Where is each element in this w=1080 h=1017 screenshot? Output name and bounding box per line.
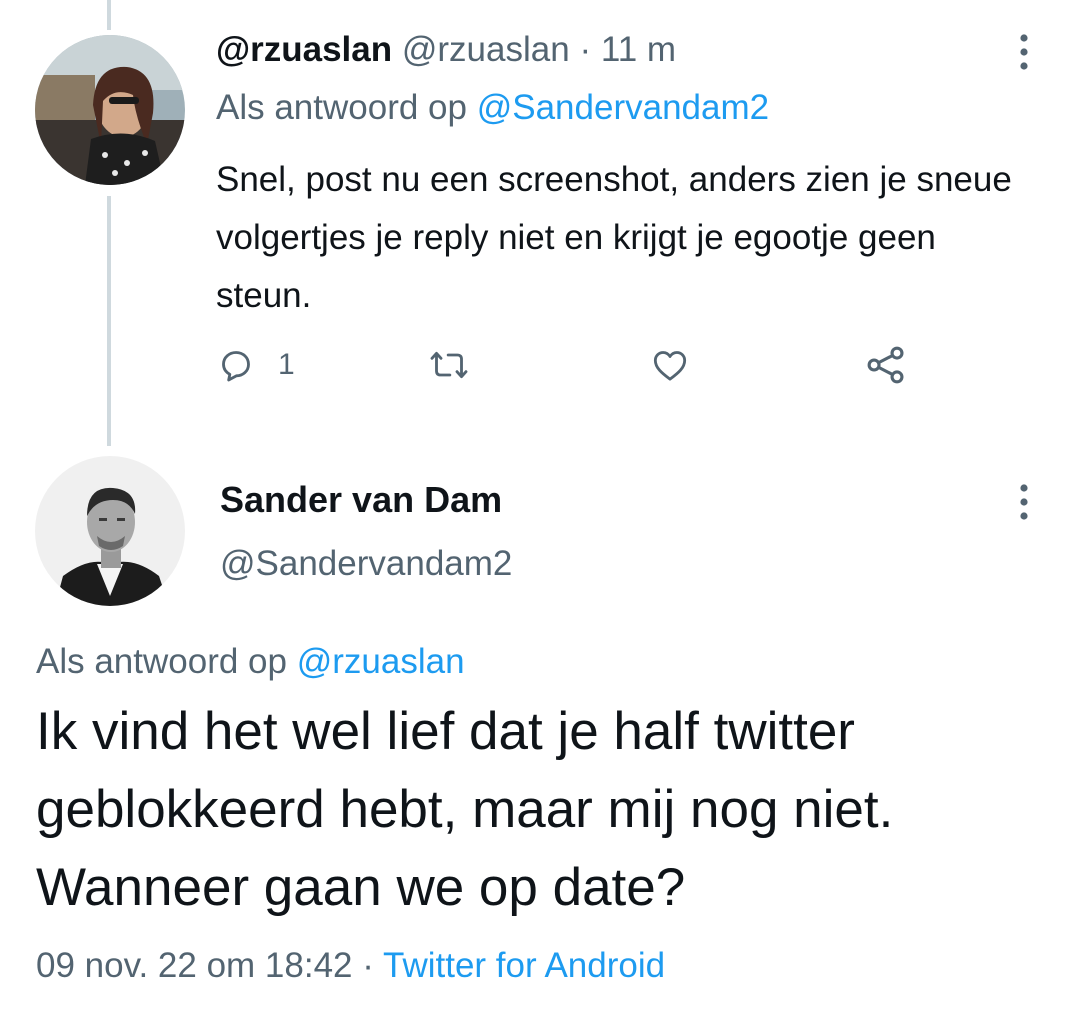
tweet-time[interactable]: 11 m — [601, 30, 676, 69]
more-options-icon[interactable] — [1018, 482, 1030, 522]
display-name[interactable]: @rzuaslan — [216, 30, 392, 69]
reply-prefix: Als antwoord op — [216, 88, 467, 127]
reply-icon — [222, 351, 250, 382]
avatar-rzuaslan[interactable] — [35, 35, 185, 185]
reply-count: 1 — [278, 348, 295, 381]
share-icon — [867, 346, 904, 384]
thread-line — [107, 196, 111, 446]
thread-line-top — [107, 0, 111, 30]
avatar-photo — [35, 456, 185, 606]
reply-context: Als antwoord op @Sandervandam2 — [216, 88, 769, 128]
more-options-icon[interactable] — [1018, 32, 1030, 72]
separator-dot: · — [579, 30, 592, 69]
user-handle[interactable]: @rzuaslan — [402, 30, 570, 69]
tweet-meta: 09 nov. 22 om 18:42 · Twitter for Androi… — [36, 944, 665, 988]
tweet-header: @rzuaslan @rzuaslan · 11 m — [216, 30, 676, 70]
retweet-button[interactable] — [428, 340, 470, 390]
retweet-icon — [430, 351, 468, 379]
separator-dot: · — [362, 946, 374, 985]
main-tweet-text: Ik vind het wel lief dat je half twitter… — [36, 702, 894, 917]
reply-prefix: Als antwoord op — [36, 642, 287, 681]
author-display-name[interactable]: Sander van Dam — [220, 478, 502, 522]
share-button[interactable] — [864, 340, 908, 390]
heart-icon — [653, 351, 687, 381]
reply-button[interactable]: 1 — [216, 340, 295, 390]
avatar-photo — [35, 35, 185, 185]
tweet-text: Snel, post nu een screenshot, anders zie… — [216, 160, 1012, 315]
tweet-actions: 1 — [216, 340, 936, 390]
reply-context: Als antwoord op @rzuaslan — [36, 640, 465, 684]
tweet-source[interactable]: Twitter for Android — [383, 946, 665, 985]
author-handle[interactable]: @Sandervandam2 — [220, 542, 512, 586]
reply-to-link[interactable]: @Sandervandam2 — [477, 88, 769, 127]
like-button[interactable] — [648, 340, 692, 390]
tweet-timestamp[interactable]: 09 nov. 22 om 18:42 — [36, 946, 353, 985]
reply-to-link[interactable]: @rzuaslan — [297, 642, 465, 681]
avatar-sander-van-dam[interactable] — [35, 456, 185, 606]
